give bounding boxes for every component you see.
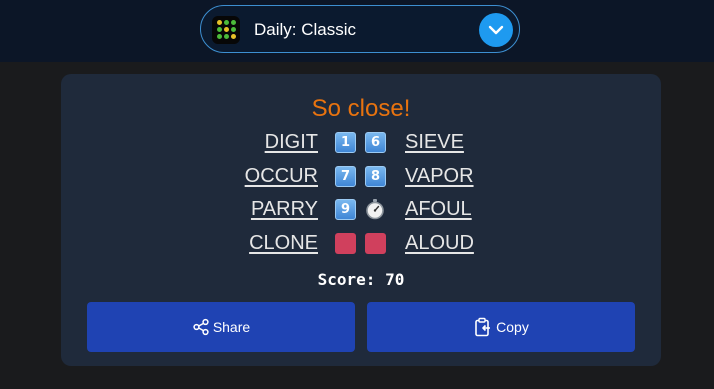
- share-button[interactable]: Share: [87, 302, 355, 352]
- number-tile: 6: [365, 132, 386, 153]
- right-word[interactable]: ALOUD: [405, 232, 474, 255]
- right-word[interactable]: SIEVE: [405, 131, 464, 154]
- number-tile: 8: [365, 166, 386, 187]
- result-row: DIGIT 1 6 SIEVE: [61, 131, 661, 161]
- score-text: Score: 70: [317, 270, 405, 289]
- result-card: So close! DIGIT 1 6 SIEVE OCCUR 7 8 VAPO…: [61, 74, 661, 366]
- result-row: PARRY 9 AFOUL: [61, 198, 661, 228]
- copy-label: Copy: [496, 319, 529, 335]
- miss-square: [335, 233, 356, 254]
- left-word[interactable]: OCCUR: [245, 165, 318, 188]
- result-row: OCCUR 7 8 VAPOR: [61, 165, 661, 195]
- share-label: Share: [212, 319, 251, 335]
- mode-label: Daily: Classic: [254, 20, 357, 39]
- number-tile: 1: [335, 132, 356, 153]
- result-headline: So close!: [311, 95, 411, 122]
- share-icon: [193, 318, 209, 336]
- left-word[interactable]: CLONE: [249, 232, 318, 255]
- traffic-light-grid-icon: [212, 16, 240, 44]
- dropdown-button[interactable]: [479, 13, 513, 47]
- miss-square: [365, 233, 386, 254]
- result-row: CLONE ALOUD: [61, 232, 661, 262]
- right-word[interactable]: AFOUL: [405, 198, 472, 221]
- number-tile: 9: [335, 199, 356, 220]
- number-tile: 7: [335, 166, 356, 187]
- copy-button[interactable]: Copy: [367, 302, 635, 352]
- left-word[interactable]: DIGIT: [265, 131, 318, 154]
- chevron-down-icon: [488, 25, 504, 35]
- mode-selector[interactable]: Daily: Classic: [200, 5, 520, 53]
- clipboard-copy-icon: [475, 317, 491, 337]
- left-word[interactable]: PARRY: [251, 198, 318, 221]
- right-word[interactable]: VAPOR: [405, 165, 474, 188]
- top-bar: Daily: Classic: [0, 0, 714, 62]
- stopwatch-icon: [366, 199, 384, 220]
